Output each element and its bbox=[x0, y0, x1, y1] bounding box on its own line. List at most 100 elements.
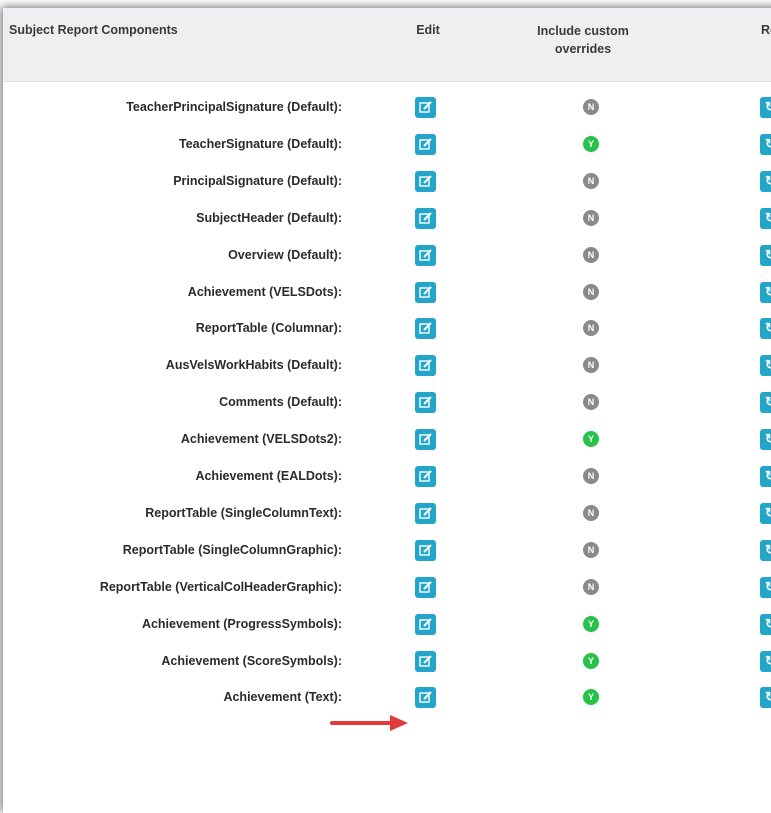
reset-button[interactable]: ↻ bbox=[760, 355, 771, 377]
refresh-icon: ↻ bbox=[765, 689, 771, 705]
table-row: Overview (Default): N ↻ bbox=[3, 240, 771, 277]
table-row: ReportTable (Columnar): N ↻ bbox=[3, 313, 771, 350]
reset-button[interactable]: ↻ bbox=[760, 392, 771, 414]
override-badge[interactable]: N bbox=[583, 541, 599, 558]
edit-button[interactable] bbox=[415, 97, 436, 118]
component-label: SubjectHeader (Default): bbox=[196, 210, 342, 225]
table-row: PrincipalSignature (Default): N ↻ bbox=[3, 166, 771, 203]
edit-icon bbox=[419, 211, 432, 224]
refresh-icon: ↻ bbox=[765, 357, 771, 373]
reset-button[interactable]: ↻ bbox=[760, 170, 771, 192]
edit-button[interactable] bbox=[415, 576, 436, 598]
edit-icon bbox=[419, 359, 432, 371]
reset-button[interactable]: ↻ bbox=[760, 244, 771, 266]
reset-button[interactable]: ↻ bbox=[760, 207, 771, 229]
header-edit: Edit bbox=[416, 23, 440, 37]
table-header: Subject Report Components Edit Include c… bbox=[3, 8, 771, 82]
reset-button[interactable]: ↻ bbox=[760, 502, 771, 524]
table-row: Comments (Default): N ↻ bbox=[3, 387, 771, 424]
edit-button[interactable] bbox=[415, 687, 436, 709]
override-badge[interactable]: N bbox=[583, 209, 599, 226]
override-badge[interactable]: N bbox=[583, 246, 599, 263]
reset-button[interactable]: ↻ bbox=[760, 97, 771, 118]
red-arrow-annotation bbox=[330, 715, 408, 731]
reset-button[interactable]: ↻ bbox=[760, 133, 771, 155]
edit-icon bbox=[419, 544, 432, 556]
refresh-icon: ↻ bbox=[765, 172, 771, 188]
edit-icon bbox=[419, 248, 432, 261]
table-row: TeacherSignature (Default): Y ↻ bbox=[3, 129, 771, 166]
reset-button[interactable]: ↻ bbox=[760, 650, 771, 672]
edit-icon bbox=[419, 433, 432, 445]
refresh-icon: ↻ bbox=[765, 246, 771, 262]
reset-button[interactable]: ↻ bbox=[760, 613, 771, 635]
edit-button[interactable] bbox=[415, 650, 436, 672]
edit-button[interactable] bbox=[415, 207, 436, 229]
override-badge[interactable]: N bbox=[583, 99, 599, 115]
reset-button[interactable]: ↻ bbox=[760, 466, 771, 487]
reset-button[interactable]: ↻ bbox=[760, 281, 771, 303]
component-label: TeacherSignature (Default): bbox=[179, 136, 342, 151]
edit-button[interactable] bbox=[415, 355, 436, 377]
component-label: TeacherPrincipalSignature (Default): bbox=[126, 100, 342, 114]
reset-button[interactable]: ↻ bbox=[760, 576, 771, 598]
refresh-icon: ↻ bbox=[765, 504, 771, 520]
refresh-icon: ↻ bbox=[765, 578, 771, 594]
override-badge[interactable]: N bbox=[583, 283, 599, 300]
table-row: Achievement (VELSDots): N ↻ bbox=[3, 277, 771, 314]
edit-icon bbox=[419, 691, 432, 704]
table-row: AusVelsWorkHabits (Default): N ↻ bbox=[3, 350, 771, 387]
edit-button[interactable] bbox=[415, 133, 436, 155]
component-label: Comments (Default): bbox=[219, 395, 342, 410]
edit-button[interactable] bbox=[415, 318, 436, 340]
edit-icon bbox=[419, 617, 432, 630]
edit-button[interactable] bbox=[415, 502, 436, 524]
refresh-icon: ↻ bbox=[765, 209, 771, 225]
override-badge[interactable]: Y bbox=[583, 135, 599, 152]
edit-button[interactable] bbox=[415, 539, 436, 561]
table-row: Achievement (EALDots): N ↻ bbox=[3, 461, 771, 498]
edit-icon bbox=[419, 396, 432, 408]
table-row: ReportTable (VerticalColHeaderGraphic): N… bbox=[3, 572, 771, 609]
reset-button[interactable]: ↻ bbox=[760, 318, 771, 340]
override-badge[interactable]: N bbox=[583, 504, 599, 521]
edit-button[interactable] bbox=[415, 613, 436, 635]
component-label: ReportTable (SingleColumnGraphic): bbox=[122, 542, 342, 557]
override-badge[interactable]: N bbox=[583, 468, 599, 484]
header-include-overrides: Include custom overrides bbox=[518, 22, 648, 58]
reset-button[interactable]: ↻ bbox=[760, 687, 771, 709]
table-row: ReportTable (SingleColumnText): N ↻ bbox=[3, 498, 771, 535]
edit-icon bbox=[419, 322, 432, 335]
override-badge[interactable]: N bbox=[583, 578, 599, 595]
table-row: Achievement (VELSDots2): Y ↻ bbox=[3, 424, 771, 461]
edit-icon bbox=[419, 470, 432, 482]
refresh-icon: ↻ bbox=[765, 99, 771, 114]
edit-button[interactable] bbox=[415, 466, 436, 487]
override-badge[interactable]: N bbox=[583, 172, 599, 189]
override-badge[interactable]: Y bbox=[583, 431, 599, 448]
override-badge[interactable]: N bbox=[583, 394, 599, 411]
edit-button[interactable] bbox=[415, 392, 436, 414]
table-row: TeacherPrincipalSignature (Default): N ↻ bbox=[3, 92, 771, 129]
edit-button[interactable] bbox=[415, 429, 436, 451]
reset-button[interactable]: ↻ bbox=[760, 539, 771, 561]
refresh-icon: ↻ bbox=[765, 615, 771, 631]
edit-button[interactable] bbox=[415, 244, 436, 266]
component-label: ReportTable (SingleColumnText): bbox=[145, 505, 342, 520]
refresh-icon: ↻ bbox=[765, 541, 771, 557]
refresh-icon: ↻ bbox=[765, 320, 771, 336]
edit-icon bbox=[419, 654, 432, 667]
component-label: Overview (Default): bbox=[228, 247, 342, 262]
edit-icon bbox=[419, 138, 432, 150]
edit-button[interactable] bbox=[415, 170, 436, 192]
reset-button[interactable]: ↻ bbox=[760, 429, 771, 451]
override-badge[interactable]: Y bbox=[583, 652, 599, 669]
override-badge[interactable]: N bbox=[583, 357, 599, 374]
component-label: ReportTable (Columnar): bbox=[195, 321, 342, 336]
override-badge[interactable]: Y bbox=[583, 689, 599, 706]
override-badge[interactable]: Y bbox=[583, 615, 599, 632]
component-label: AusVelsWorkHabits (Default): bbox=[165, 358, 342, 373]
edit-button[interactable] bbox=[415, 281, 436, 303]
refresh-icon: ↻ bbox=[765, 283, 771, 299]
override-badge[interactable]: N bbox=[583, 320, 599, 337]
